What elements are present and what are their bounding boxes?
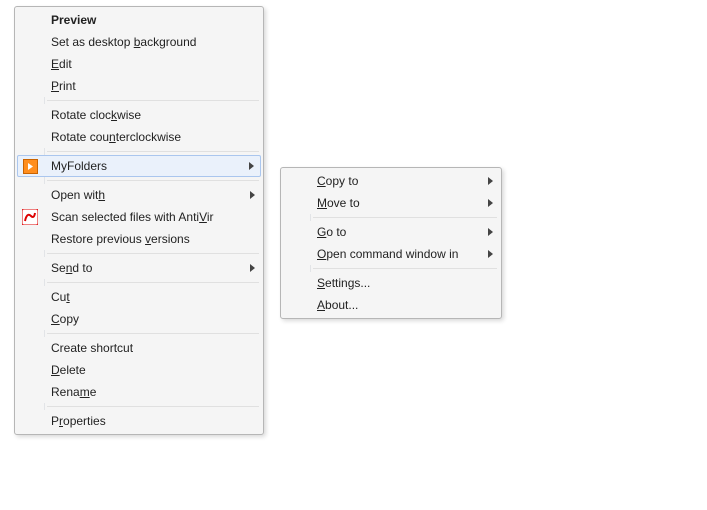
- menu-separator: [47, 282, 259, 283]
- antivir-icon: [22, 209, 38, 225]
- menu-item-delete[interactable]: Delete: [17, 359, 261, 381]
- submenu-item-settings[interactable]: Settings...: [283, 272, 499, 294]
- submenu-arrow-icon: [250, 191, 255, 199]
- menu-separator: [47, 180, 259, 181]
- context-menu-submenu: Copy to Move to Go to Open command windo…: [280, 167, 502, 319]
- menu-separator: [47, 253, 259, 254]
- menu-label: Move to: [309, 196, 481, 210]
- menu-label: Edit: [43, 57, 243, 71]
- menu-separator: [47, 151, 259, 152]
- menu-separator: [313, 268, 497, 269]
- menu-label: Restore previous versions: [43, 232, 243, 246]
- menu-item-rotate-cw[interactable]: Rotate clockwise: [17, 104, 261, 126]
- menu-label: Open with: [43, 188, 243, 202]
- menu-separator: [47, 333, 259, 334]
- menu-label: Rename: [43, 385, 243, 399]
- menu-separator: [313, 217, 497, 218]
- context-menu-main: Preview Set as desktop background Edit P…: [14, 6, 264, 435]
- menu-label: Cut: [43, 290, 243, 304]
- menu-item-scan-antivir[interactable]: Scan selected files with AntiVir: [17, 206, 261, 228]
- submenu-arrow-icon: [488, 250, 493, 258]
- submenu-item-move-to[interactable]: Move to: [283, 192, 499, 214]
- menu-item-properties[interactable]: Properties: [17, 410, 261, 432]
- menu-label: Rotate counterclockwise: [43, 130, 243, 144]
- menu-label: Send to: [43, 261, 243, 275]
- submenu-arrow-icon: [488, 199, 493, 207]
- menu-item-set-desktop-background[interactable]: Set as desktop background: [17, 31, 261, 53]
- submenu-arrow-icon: [249, 162, 254, 170]
- submenu-arrow-icon: [250, 264, 255, 272]
- myfolders-icon: [23, 159, 38, 174]
- menu-item-rotate-ccw[interactable]: Rotate counterclockwise: [17, 126, 261, 148]
- icon-slot: [17, 9, 43, 31]
- menu-label: Go to: [309, 225, 481, 239]
- submenu-arrow-icon: [488, 177, 493, 185]
- menu-label: Scan selected files with AntiVir: [43, 210, 243, 224]
- menu-separator: [47, 100, 259, 101]
- menu-label: Create shortcut: [43, 341, 243, 355]
- menu-label: Rotate clockwise: [43, 108, 243, 122]
- menu-item-print[interactable]: Print: [17, 75, 261, 97]
- menu-item-cut[interactable]: Cut: [17, 286, 261, 308]
- menu-item-edit[interactable]: Edit: [17, 53, 261, 75]
- menu-label: Copy: [43, 312, 243, 326]
- menu-item-restore-versions[interactable]: Restore previous versions: [17, 228, 261, 250]
- menu-label: Open command window in: [309, 247, 481, 261]
- menu-label: Settings...: [309, 276, 481, 290]
- menu-item-send-to[interactable]: Send to: [17, 257, 261, 279]
- menu-label: MyFolders: [43, 159, 242, 173]
- menu-item-create-shortcut[interactable]: Create shortcut: [17, 337, 261, 359]
- submenu-item-open-cmd[interactable]: Open command window in: [283, 243, 499, 265]
- submenu-item-about[interactable]: About...: [283, 294, 499, 316]
- menu-item-rename[interactable]: Rename: [17, 381, 261, 403]
- menu-label: Print: [43, 79, 243, 93]
- menu-item-preview[interactable]: Preview: [17, 9, 261, 31]
- menu-item-myfolders[interactable]: MyFolders: [17, 155, 261, 177]
- menu-label: Set as desktop background: [43, 35, 243, 49]
- menu-separator: [47, 406, 259, 407]
- submenu-item-copy-to[interactable]: Copy to: [283, 170, 499, 192]
- menu-item-copy[interactable]: Copy: [17, 308, 261, 330]
- submenu-item-go-to[interactable]: Go to: [283, 221, 499, 243]
- menu-label: Copy to: [309, 174, 481, 188]
- menu-item-open-with[interactable]: Open with: [17, 184, 261, 206]
- menu-label: Preview: [43, 13, 243, 27]
- menu-label: About...: [309, 298, 481, 312]
- menu-label: Properties: [43, 414, 243, 428]
- menu-label: Delete: [43, 363, 243, 377]
- submenu-arrow-icon: [488, 228, 493, 236]
